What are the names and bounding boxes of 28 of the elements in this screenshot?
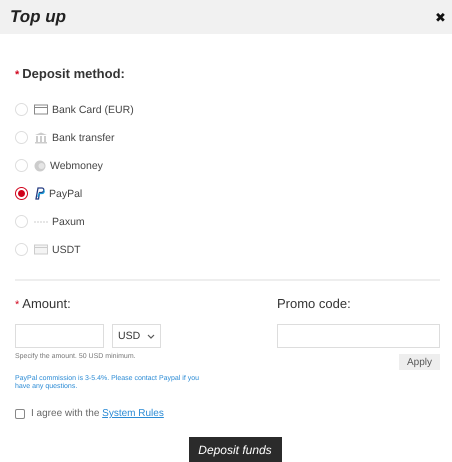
radio-button[interactable] xyxy=(15,187,28,200)
chevron-icon xyxy=(147,334,155,338)
option-label[interactable]: Bank Card (EUR) xyxy=(52,104,134,116)
amount-field[interactable] xyxy=(15,324,104,348)
promo-code-field[interactable] xyxy=(277,324,440,348)
close-button[interactable]: ✖ xyxy=(435,10,446,24)
option-label[interactable]: Bank transfer xyxy=(52,132,114,144)
required-mark: * xyxy=(15,299,20,311)
agreement-text: I agree with the System Rules xyxy=(31,408,164,419)
required-mark: * xyxy=(15,69,20,81)
dialog-title: Top up xyxy=(10,7,66,27)
card-icon xyxy=(34,244,48,255)
field-label: Amount: xyxy=(22,296,71,311)
paypal-icon xyxy=(34,187,45,200)
currency-select[interactable]: USD xyxy=(112,324,161,348)
deposit-button[interactable]: Deposit funds xyxy=(188,437,282,462)
option-label[interactable]: PayPal xyxy=(49,188,82,200)
globe-icon xyxy=(34,160,46,172)
checkbox[interactable] xyxy=(15,408,25,418)
option-label[interactable]: Webmoney xyxy=(50,160,103,172)
option-label[interactable]: USDT xyxy=(52,244,81,256)
rules-link[interactable]: System Rules xyxy=(102,408,164,419)
card-icon xyxy=(34,104,48,115)
option-label[interactable]: Paxum xyxy=(52,216,85,228)
field-label: Promo code: xyxy=(277,296,351,311)
bank-icon xyxy=(34,132,48,144)
section-label: Deposit method: xyxy=(22,66,125,81)
apply-button[interactable]: Apply xyxy=(399,354,440,370)
